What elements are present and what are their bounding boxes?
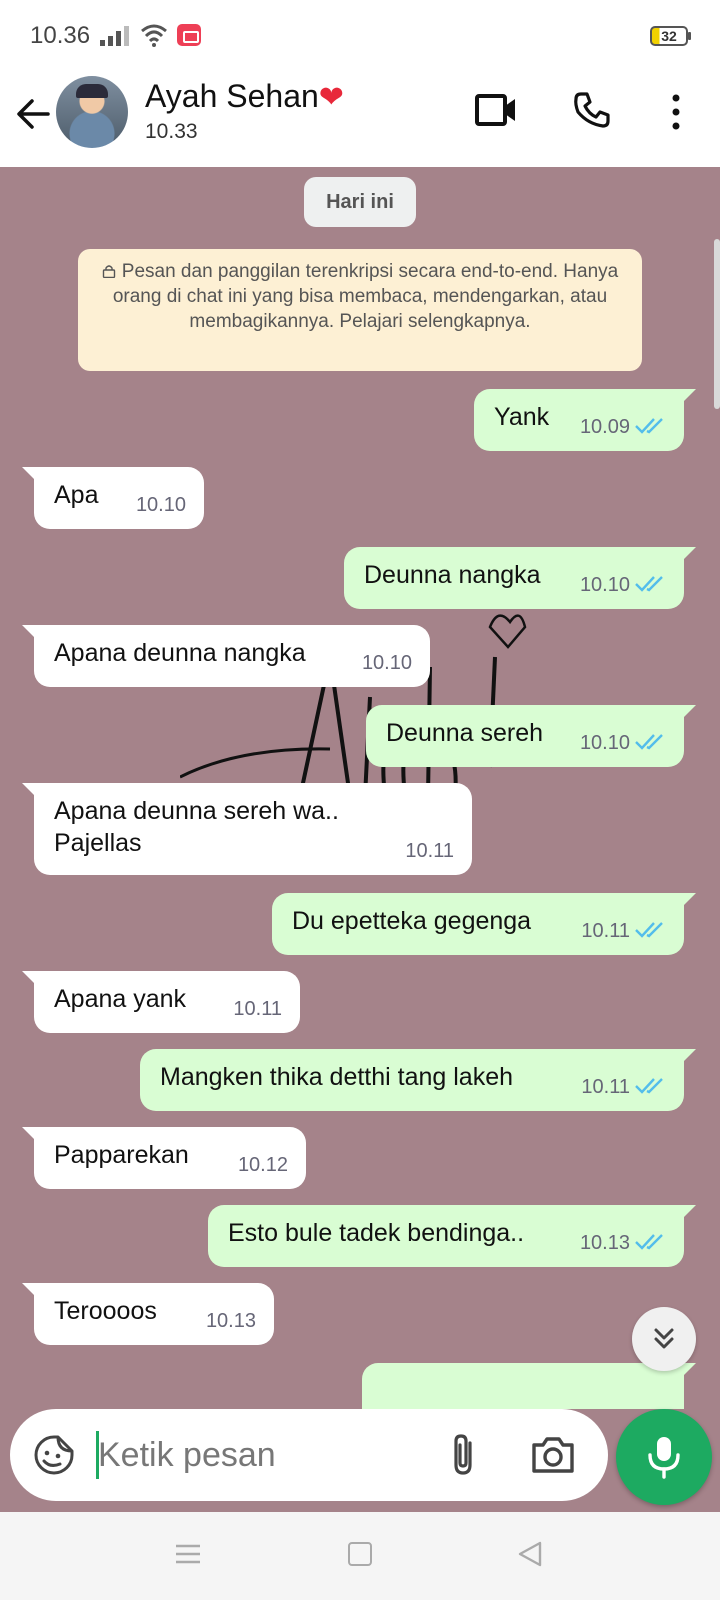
camera-icon[interactable] — [530, 1433, 576, 1475]
menu-icon[interactable] — [174, 1542, 202, 1566]
message-text: Deunna nangka — [364, 561, 541, 589]
double-check-icon — [635, 1234, 663, 1250]
message-text: Teroooos — [54, 1297, 157, 1325]
message-text: Du epetteka gegenga — [292, 907, 532, 935]
encryption-notice[interactable]: Pesan dan panggilan terenkripsi secara e… — [78, 249, 642, 371]
message-input[interactable] — [96, 1425, 426, 1485]
composer — [10, 1409, 608, 1501]
heart-emoji: ❤ — [318, 81, 344, 114]
message-time: 10.10 — [135, 494, 186, 516]
double-check-icon — [635, 734, 663, 750]
message-bubble-incoming[interactable]: Papparekan 10.12 — [22, 1127, 306, 1189]
battery-icon: 32 — [650, 26, 691, 46]
signal-icon — [100, 26, 129, 46]
chat-header: Ayah Sehan❤ 10.33 — [0, 70, 720, 167]
message-time: 10.11 — [581, 920, 630, 942]
voice-message-button[interactable] — [616, 1409, 712, 1505]
message-time: 10.09 — [579, 416, 630, 438]
wifi-icon — [141, 24, 167, 47]
message-time: 10.10 — [579, 732, 630, 754]
message-text: Deunna sereh — [386, 719, 544, 747]
message-time: 10.12 — [237, 1154, 288, 1176]
message-bubble-incoming[interactable]: Teroooos 10.13 — [22, 1283, 274, 1345]
message-bubble-outgoing[interactable]: Yank 10.09 — [474, 389, 696, 451]
message-time: 10.13 — [205, 1310, 256, 1332]
status-time: 10.36 — [30, 22, 91, 49]
message-text: Mangken thika detthi tang lakeh — [160, 1063, 514, 1091]
message-bubble-incoming[interactable]: Apana yank 10.11 — [22, 971, 300, 1033]
message-text: Esto bule tadek bendinga.. — [228, 1219, 525, 1247]
phone-icon[interactable] — [572, 90, 612, 130]
message-bubble-incoming[interactable]: Apa 10.10 — [22, 467, 204, 529]
scrollbar[interactable] — [714, 239, 720, 409]
message-bubble-incoming[interactable]: Apana deunna nangka 10.10 — [22, 625, 430, 687]
video-call-icon[interactable] — [474, 92, 518, 128]
encryption-text: Pesan dan panggilan terenkripsi secara e… — [112, 261, 619, 332]
more-options-icon[interactable] — [664, 92, 688, 132]
lock-icon — [102, 265, 115, 278]
message-time: 10.10 — [579, 574, 630, 596]
message-time: 10.11 — [581, 1076, 630, 1098]
status-bar: 10.36 32 — [0, 0, 720, 70]
message-bubble-outgoing[interactable]: Deunna nangka 10.10 — [344, 547, 696, 609]
last-seen: 10.33 — [145, 120, 198, 143]
message-text: Apana deunna sereh wa.. Pajellas — [54, 797, 339, 857]
message-time: 10.11 — [233, 998, 282, 1020]
double-check-icon — [635, 922, 663, 938]
message-bubble-outgoing-partial[interactable] — [362, 1363, 696, 1409]
message-time: 10.13 — [579, 1232, 630, 1254]
message-text: Apana deunna nangka — [54, 639, 306, 667]
message-time: 10.11 — [405, 840, 454, 862]
message-text: Papparekan — [54, 1141, 189, 1169]
message-text: Yank — [494, 403, 550, 431]
double-check-icon — [635, 1078, 663, 1094]
message-bubble-outgoing[interactable]: Du epetteka gegenga 10.11 — [272, 893, 696, 955]
sticker-icon[interactable] — [32, 1433, 76, 1477]
back-arrow-icon[interactable] — [14, 94, 54, 134]
double-chevron-down-icon — [654, 1328, 674, 1349]
message-text: Apana yank — [54, 985, 187, 1013]
screen-record-icon — [177, 24, 201, 46]
message-bubble-outgoing[interactable]: Mangken thika detthi tang lakeh 10.11 — [140, 1049, 696, 1111]
contact-name[interactable]: Ayah Sehan❤ — [145, 78, 344, 115]
message-bubble-outgoing[interactable]: Deunna sereh 10.10 — [366, 705, 696, 767]
avatar[interactable] — [56, 76, 128, 148]
message-bubble-incoming[interactable]: Apana deunna sereh wa.. Pajellas 10.11 — [22, 783, 472, 875]
system-nav-bar — [0, 1512, 720, 1600]
message-time: 10.10 — [361, 652, 412, 674]
back-icon[interactable] — [516, 1540, 544, 1568]
message-bubble-outgoing[interactable]: Esto bule tadek bendinga.. 10.13 — [208, 1205, 696, 1267]
double-check-icon — [635, 576, 663, 592]
message-text: Apa — [54, 481, 99, 509]
chat-area[interactable]: Hari ini Pesan dan panggilan terenkripsi… — [0, 167, 720, 1409]
contact-name-text: Ayah Sehan — [145, 78, 319, 114]
double-check-icon — [635, 418, 663, 434]
scroll-to-bottom-button[interactable] — [632, 1307, 696, 1371]
home-icon[interactable] — [348, 1542, 372, 1566]
date-chip: Hari ini — [304, 177, 416, 227]
mic-icon — [648, 1437, 680, 1479]
attach-icon[interactable] — [444, 1431, 484, 1479]
